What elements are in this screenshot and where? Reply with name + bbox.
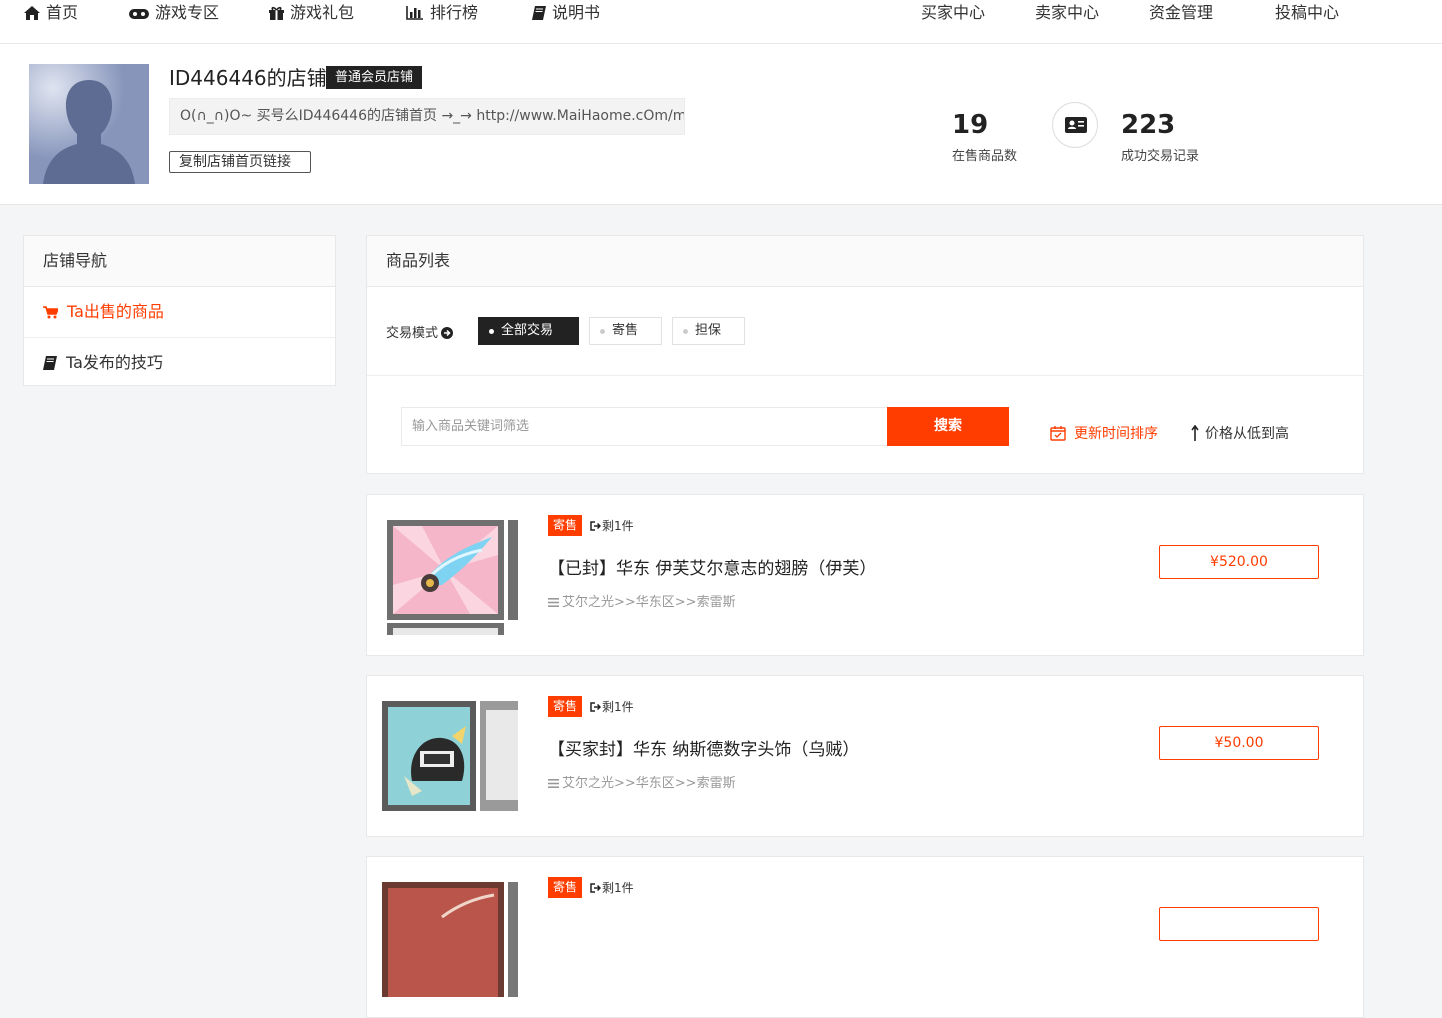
product-thumbnail[interactable] <box>382 696 518 816</box>
sign-out-icon <box>590 521 602 531</box>
calendar-icon <box>1050 426 1066 441</box>
mode-guarantee-button[interactable]: 担保 <box>672 317 745 345</box>
product-category: 艾尔之光>>华东区>>索雷斯 <box>548 772 736 791</box>
nav-ranking[interactable]: 排行榜 <box>406 0 478 26</box>
sign-out-icon <box>590 702 602 712</box>
mode-consign-label: 寄售 <box>612 323 639 338</box>
shop-name: ID446446的店铺 <box>169 66 327 90</box>
id-card-icon <box>1065 117 1087 133</box>
trade-count: 223 <box>1121 110 1176 140</box>
stat-icon-wrap <box>1052 102 1098 148</box>
arrow-up-icon <box>1191 424 1199 441</box>
product-list-panel: 商品列表 交易模式 全部交易 寄售 担保 搜索 更新时间排序 价格从低到高 <box>366 235 1364 474</box>
gift-icon <box>269 6 284 20</box>
home-icon <box>24 6 40 20</box>
nav-home[interactable]: 首页 <box>24 0 78 26</box>
list-icon <box>548 598 559 607</box>
nav-submissions[interactable]: 投稿中心 <box>1275 0 1339 26</box>
product-category-label: 艾尔之光>>华东区>>索雷斯 <box>562 595 736 610</box>
trade-mode-label: 交易模式 <box>386 322 454 341</box>
sort-by-time-label: 更新时间排序 <box>1074 426 1158 442</box>
search-button[interactable]: 搜索 <box>887 407 1009 446</box>
nav-gifts[interactable]: 游戏礼包 <box>269 0 354 26</box>
nav-gifts-label: 游戏礼包 <box>290 3 355 22</box>
sidebar-item-selling[interactable]: Ta出售的商品 <box>24 287 335 338</box>
price-button[interactable] <box>1159 907 1319 941</box>
trade-mode-filter: 交易模式 全部交易 寄售 担保 <box>367 286 1363 376</box>
nav-ranking-label: 排行榜 <box>430 3 479 22</box>
book-icon <box>43 356 57 370</box>
stock-remaining: 剩1件 <box>590 698 634 715</box>
stock-remaining-label: 剩1件 <box>602 519 634 533</box>
mode-consign-button[interactable]: 寄售 <box>589 317 662 345</box>
sort-by-price-label: 价格从低到高 <box>1205 426 1289 442</box>
product-category: 艾尔之光>>华东区>>索雷斯 <box>548 591 736 610</box>
bar-chart-icon <box>406 6 423 20</box>
stock-remaining: 剩1件 <box>590 517 634 534</box>
nav-buyer-center[interactable]: 买家中心 <box>921 0 985 26</box>
sign-out-icon <box>590 883 602 893</box>
mode-all-label: 全部交易 <box>501 323 554 338</box>
product-card[interactable]: 寄售 剩1件 <box>366 856 1364 1018</box>
nav-manual[interactable]: 说明书 <box>532 0 600 26</box>
nav-manual-label: 说明书 <box>552 3 601 22</box>
shop-level-badge: 普通会员店铺 <box>326 66 423 89</box>
shop-url-text[interactable]: O(∩_∩)O~ 买号么ID446446的店铺首页 →_→ http://www… <box>169 98 685 135</box>
product-thumbnail[interactable] <box>382 515 518 635</box>
headgear-item-image <box>382 696 518 816</box>
keyword-search-input[interactable] <box>401 407 887 446</box>
wing-item-image <box>382 515 518 635</box>
trade-mode-label-text: 交易模式 <box>386 326 439 341</box>
product-tag: 寄售 <box>548 877 583 898</box>
product-title[interactable]: 【已封】华东 伊芙艾尔意志的翅膀（伊芙） <box>548 554 876 579</box>
shop-sidebar: 店铺导航 Ta出售的商品 Ta发布的技巧 <box>23 235 336 386</box>
stock-remaining-label: 剩1件 <box>602 881 634 895</box>
book-icon <box>532 6 546 20</box>
top-nav: 首页 游戏专区 游戏礼包 排行榜 说明书 买家中心 卖家中心 资金管理 投稿中心 <box>0 0 1442 44</box>
stock-remaining-label: 剩1件 <box>602 700 634 714</box>
item-image <box>382 877 518 997</box>
copy-link-button[interactable]: 复制店铺首页链接 <box>169 151 311 173</box>
sidebar-item-tips-label: Ta发布的技巧 <box>66 353 163 372</box>
price-button[interactable]: ¥520.00 <box>1159 545 1319 579</box>
trade-count-label: 成功交易记录 <box>1121 149 1200 164</box>
gamepad-icon <box>129 9 149 19</box>
on-sale-count: 19 <box>952 110 989 140</box>
arrow-circle-right-icon <box>441 327 454 339</box>
product-tag: 寄售 <box>548 515 583 536</box>
product-thumbnail[interactable] <box>382 877 518 997</box>
nav-seller-center[interactable]: 卖家中心 <box>1035 0 1099 26</box>
sidebar-item-tips[interactable]: Ta发布的技巧 <box>24 338 335 388</box>
nav-funds[interactable]: 资金管理 <box>1149 0 1213 26</box>
nav-home-label: 首页 <box>46 3 79 22</box>
default-avatar-icon <box>29 64 149 184</box>
radio-dot-icon <box>683 329 688 334</box>
sort-by-time[interactable]: 更新时间排序 <box>1050 423 1158 443</box>
list-icon <box>548 779 559 788</box>
product-tag: 寄售 <box>548 696 583 717</box>
sort-by-price[interactable]: 价格从低到高 <box>1191 423 1289 443</box>
nav-games[interactable]: 游戏专区 <box>129 0 219 26</box>
sidebar-title: 店铺导航 <box>24 236 335 287</box>
stock-remaining: 剩1件 <box>590 879 634 896</box>
price-button[interactable]: ¥50.00 <box>1159 726 1319 760</box>
radio-dot-icon <box>489 329 494 334</box>
shop-header: ID446446的店铺 普通会员店铺 O(∩_∩)O~ 买号么ID446446的… <box>0 44 1442 205</box>
product-card[interactable]: 寄售 剩1件 【已封】华东 伊芙艾尔意志的翅膀（伊芙） 艾尔之光>>华东区>>索… <box>366 494 1364 656</box>
product-category-label: 艾尔之光>>华东区>>索雷斯 <box>562 776 736 791</box>
avatar <box>29 64 149 184</box>
product-card[interactable]: 寄售 剩1件 【买家封】华东 纳斯德数字头饰（乌贼） 艾尔之光>>华东区>>索雷… <box>366 675 1364 837</box>
nav-games-label: 游戏专区 <box>155 3 220 22</box>
mode-all-button[interactable]: 全部交易 <box>478 317 579 345</box>
product-title[interactable]: 【买家封】华东 纳斯德数字头饰（乌贼） <box>548 735 859 760</box>
on-sale-label: 在售商品数 <box>952 149 1018 164</box>
radio-dot-icon <box>600 329 605 334</box>
mode-guarantee-label: 担保 <box>695 323 722 338</box>
sidebar-item-selling-label: Ta出售的商品 <box>67 302 164 321</box>
panel-title: 商品列表 <box>367 236 1363 287</box>
cart-icon <box>43 306 60 319</box>
